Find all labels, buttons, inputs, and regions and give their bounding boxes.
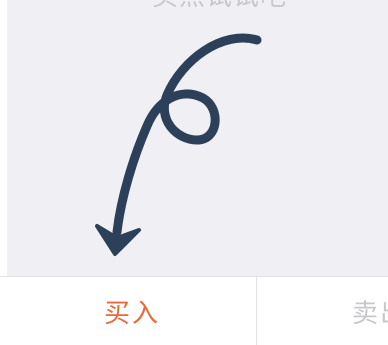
tab-sell[interactable]: 卖出: [257, 277, 388, 345]
empty-state-area: 买点试试吧: [7, 0, 388, 276]
curly-arrow-down-icon: [95, 33, 262, 256]
tab-buy[interactable]: 买入: [7, 277, 257, 345]
trade-tabbar: 买入 卖出: [0, 276, 388, 345]
screen: 买点试试吧 买入 卖出: [0, 0, 388, 345]
